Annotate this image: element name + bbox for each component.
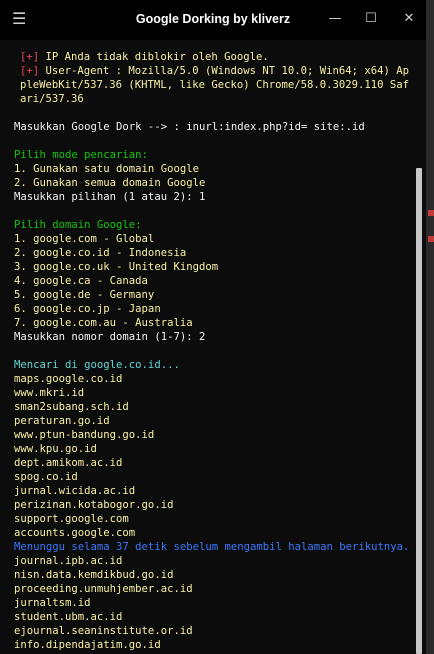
domain-option: 5. google.de - Germany (14, 289, 155, 301)
result-item: ejournal.seaninstitute.or.id (14, 625, 193, 637)
result-item: peraturan.go.id (14, 415, 110, 427)
domain-header: Pilih domain Google: (14, 219, 142, 231)
background-window-edge (426, 0, 434, 654)
domain-option: 6. google.co.jp - Japan (14, 303, 161, 315)
terminal-output: [+] IP Anda tidak diblokir oleh Google. … (14, 50, 423, 652)
vertical-scrollbar[interactable] (412, 40, 426, 654)
result-item: jurnaltsm.id (14, 597, 91, 609)
result-item: student.ubm.ac.id (14, 611, 123, 623)
result-item: jurnal.wicida.ac.id (14, 485, 136, 497)
result-item: sman2subang.sch.id (14, 401, 129, 413)
result-item: maps.google.co.id (14, 373, 123, 385)
result-item: accounts.google.com (14, 527, 136, 539)
result-item: spog.co.id (14, 471, 78, 483)
waiting-status: Menunggu selama 37 detik sebelum mengamb… (14, 541, 423, 553)
background-marker (428, 236, 434, 242)
title-bar[interactable]: ☰ Google Dorking by kliverz — ☐ ✕ (0, 0, 426, 40)
minimize-icon[interactable]: — (323, 8, 347, 30)
result-item: perizinan.kotabogor.go.id (14, 499, 174, 511)
searching-status: Mencari di google.co.id... (14, 359, 180, 371)
mode-option-1: 1. Gunakan satu domain Google (14, 163, 199, 175)
close-icon[interactable]: ✕ (397, 8, 421, 30)
mode-option-2: 2. Gunakan semua domain Google (14, 177, 206, 189)
status-line-user-agent: [+] User-Agent : Mozilla/5.0 (Windows NT… (20, 65, 410, 105)
result-item: nisn.data.kemdikbud.go.id (14, 569, 174, 581)
domain-option: 4. google.ca - Canada (14, 275, 148, 287)
mode-prompt: Masukkan pilihan (1 atau 2): 1 (14, 191, 206, 203)
domain-option: 3. google.co.uk - United Kingdom (14, 261, 219, 273)
result-item: journal.ipb.ac.id (14, 555, 123, 567)
domain-option: 2. google.co.id - Indonesia (14, 247, 187, 259)
dork-prompt: Masukkan Google Dork --> : inurl:index.p… (14, 121, 365, 133)
background-marker (428, 210, 434, 216)
domain-prompt: Masukkan nomor domain (1-7): 2 (14, 331, 206, 343)
result-item: info.dipendajatim.go.id (14, 639, 161, 651)
status-line-ip: [+] IP Anda tidak diblokir oleh Google. (20, 51, 269, 63)
scrollbar-thumb[interactable] (416, 168, 422, 654)
result-item: www.mkri.id (14, 387, 85, 399)
domain-option: 7. google.com.au - Australia (14, 317, 193, 329)
result-item: www.kpu.go.id (14, 443, 97, 455)
result-item: www.ptun-bandung.go.id (14, 429, 155, 441)
mode-header: Pilih mode pencarian: (14, 149, 148, 161)
terminal-window: ☰ Google Dorking by kliverz — ☐ ✕ [+] IP… (0, 0, 426, 654)
domain-option: 1. google.com - Global (14, 233, 155, 245)
result-item: proceeding.unmuhjember.ac.id (14, 583, 193, 595)
maximize-icon[interactable]: ☐ (359, 8, 383, 30)
result-item: support.google.com (14, 513, 129, 525)
result-item: dept.amikom.ac.id (14, 457, 123, 469)
